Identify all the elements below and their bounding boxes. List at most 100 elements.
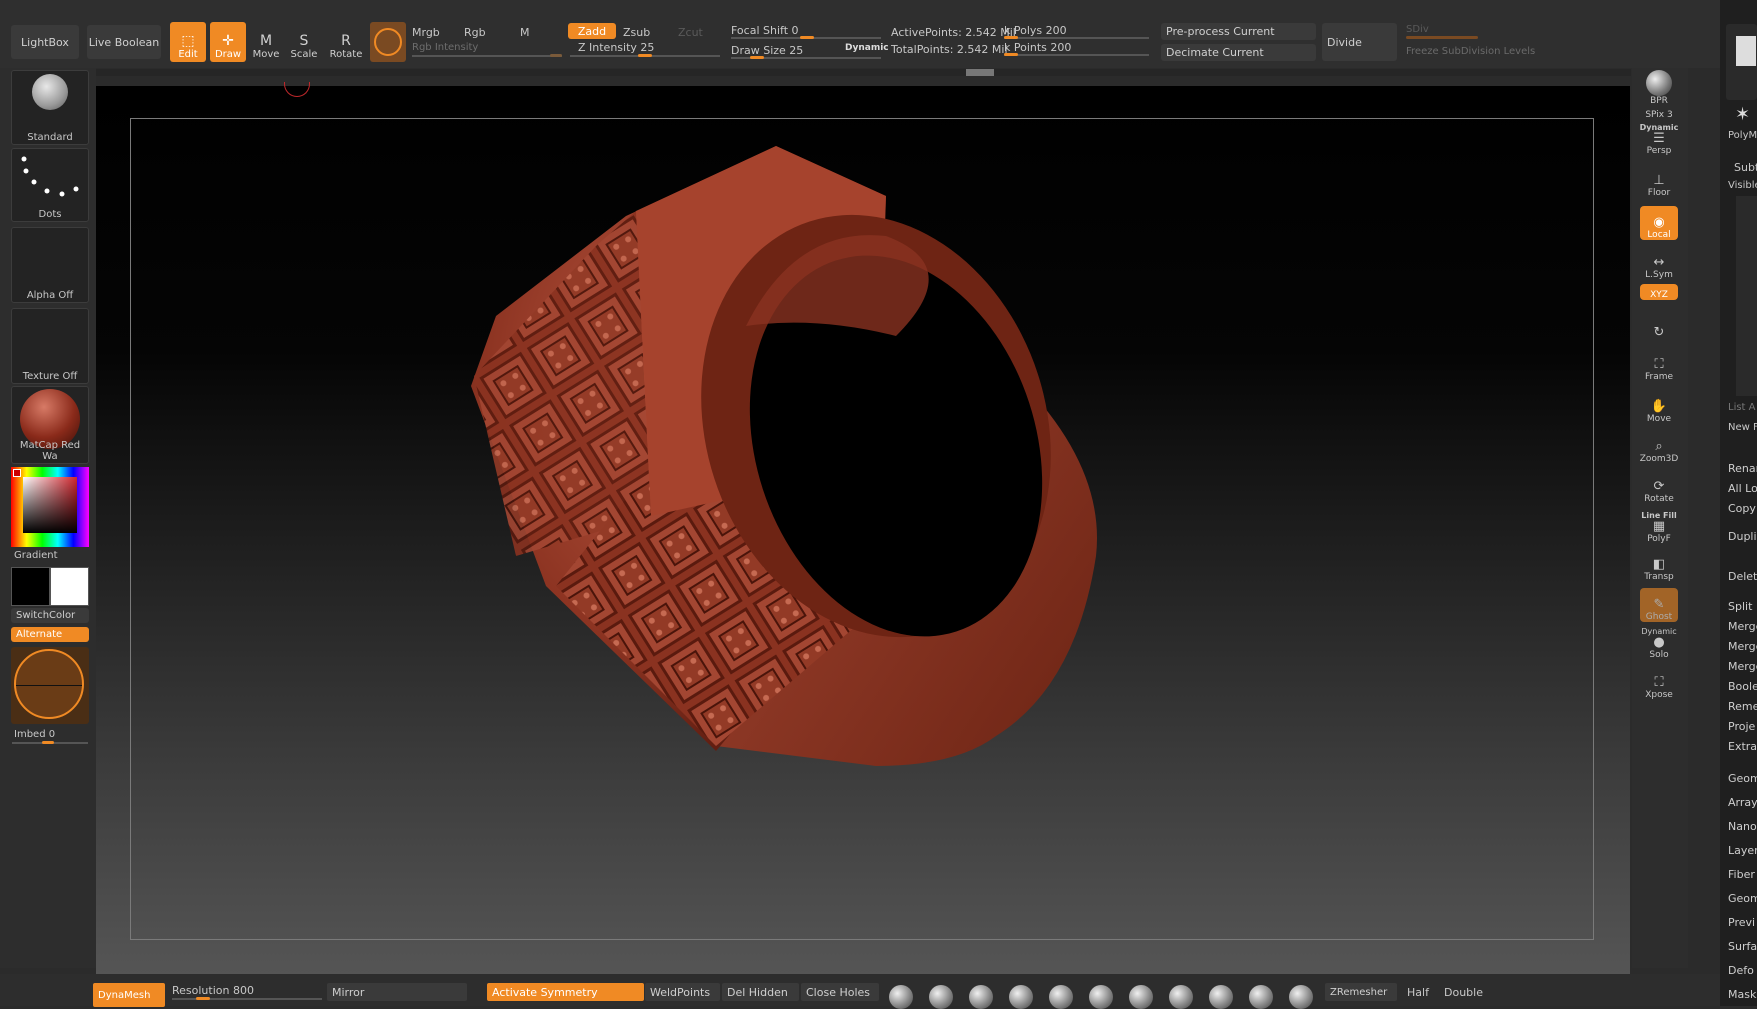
brush-ball-7-icon[interactable] [1129, 985, 1153, 1009]
lightbox-button[interactable]: LightBox [11, 25, 79, 59]
frame-button[interactable]: ⛶ Frame [1640, 346, 1678, 383]
main-color-swatch[interactable] [11, 567, 50, 606]
mirror-button[interactable]: Mirror [327, 983, 467, 1001]
freeze-subdivision-button[interactable]: Freeze SubDivision Levels [1406, 46, 1535, 57]
subtool-action-17[interactable]: Fiber [1728, 868, 1755, 881]
subtool-action-5[interactable]: Split [1728, 600, 1752, 613]
solo-button[interactable]: Dynamic ● Solo [1640, 626, 1678, 660]
subtool-action-19[interactable]: Previ [1728, 916, 1755, 929]
subtool-action-4[interactable]: Delet [1728, 570, 1757, 583]
new-folder-button[interactable]: New F [1728, 422, 1757, 433]
zoom3d-button[interactable]: ⌕ Zoom3D [1640, 428, 1679, 465]
secondary-color-swatch[interactable] [50, 567, 89, 606]
subtool-action-7[interactable]: Merge [1728, 640, 1757, 653]
rotate-tool-button[interactable]: R Rotate [328, 22, 364, 62]
brush-thumbnail[interactable]: Standard [11, 70, 89, 145]
subtool-action-1[interactable]: All Lo [1728, 482, 1757, 495]
alternate-button[interactable]: Alternate [11, 627, 89, 642]
brush-ball-9-icon[interactable] [1209, 985, 1233, 1009]
activate-symmetry-button[interactable]: Activate Symmetry [487, 983, 644, 1001]
subtool-list[interactable] [1736, 196, 1757, 396]
move-view-button[interactable]: ✋ Move [1640, 388, 1678, 425]
stroke-thumbnail[interactable]: Dots [11, 148, 89, 222]
subtool-action-15[interactable]: Nano [1728, 820, 1757, 833]
brush-ball-1-icon[interactable] [889, 985, 913, 1009]
persp-button[interactable]: Dynamic ☰ Persp [1640, 123, 1679, 156]
spix-slider[interactable]: SPix 3 [1640, 106, 1678, 120]
zadd-button[interactable]: Zadd [568, 23, 616, 39]
sdiv-slider[interactable]: SDiv [1406, 24, 1429, 35]
live-boolean-button[interactable]: Live Boolean [87, 25, 161, 59]
zsub-button[interactable]: Zsub [623, 26, 650, 39]
subtool-action-9[interactable]: Boole [1728, 680, 1757, 693]
ghost-button[interactable]: ✎ Ghost [1640, 588, 1678, 622]
decimate-current-button[interactable]: Decimate Current [1161, 44, 1316, 61]
dynamesh-button[interactable]: DynaMesh [93, 983, 165, 1007]
draw-tool-button[interactable]: ✛ Draw [210, 22, 246, 62]
transp-button[interactable]: ◧ Transp [1640, 552, 1678, 583]
move-tool-button[interactable]: M Move [248, 22, 284, 62]
mrgb-toggle[interactable]: Mrgb [412, 26, 440, 39]
brush-ball-4-icon[interactable] [1009, 985, 1033, 1009]
subtool-action-11[interactable]: Proje [1728, 720, 1755, 733]
resolution-slider[interactable]: Resolution 800 [172, 984, 254, 997]
subtool-header[interactable]: Subto [1734, 161, 1757, 174]
subtool-action-14[interactable]: Array [1728, 796, 1757, 809]
divide-button[interactable]: Divide [1322, 23, 1397, 61]
subtool-action-12[interactable]: Extrac [1728, 740, 1757, 753]
alpha-thumbnail[interactable]: Alpha Off [11, 227, 89, 303]
canvas[interactable] [96, 82, 1630, 974]
rotate3d-button[interactable]: ⟳ Rotate [1640, 468, 1678, 505]
brush-ball-8-icon[interactable] [1169, 985, 1193, 1009]
polymesh-thumb[interactable] [1726, 24, 1757, 100]
brush-ball-6-icon[interactable] [1089, 985, 1113, 1009]
subtool-action-6[interactable]: Merge [1728, 620, 1757, 633]
switchcolor-button[interactable]: SwitchColor [11, 608, 89, 623]
m-toggle[interactable]: M [520, 26, 530, 39]
subtool-action-20[interactable]: Surfa [1728, 940, 1757, 953]
subtool-action-22[interactable]: Mask [1728, 988, 1756, 1001]
double-button[interactable]: Double [1444, 986, 1483, 999]
subtool-action-16[interactable]: Layer [1728, 844, 1757, 857]
rgb-toggle[interactable]: Rgb [464, 26, 486, 39]
subtool-action-18[interactable]: Geom [1728, 892, 1757, 905]
bpr-button[interactable]: BPR [1640, 70, 1678, 106]
brush-ball-5-icon[interactable] [1049, 985, 1073, 1009]
xyz-button[interactable]: XYZ [1640, 284, 1678, 300]
brush-ball-2-icon[interactable] [929, 985, 953, 1009]
half-button[interactable]: Half [1407, 986, 1429, 999]
imbed-slider[interactable]: Imbed 0 [14, 729, 55, 740]
color-picker-square[interactable] [23, 477, 77, 533]
timeline-handle[interactable] [966, 69, 994, 76]
list-all-button[interactable]: List A [1728, 402, 1756, 413]
preprocess-current-button[interactable]: Pre-process Current [1161, 23, 1316, 40]
lsym-button[interactable]: ↔ L.Sym [1640, 254, 1678, 281]
weldpoints-button[interactable]: WeldPoints [645, 983, 720, 1001]
subtool-action-13[interactable]: Geom [1728, 772, 1757, 785]
edit-tool-button[interactable]: ⬚ Edit [170, 22, 206, 62]
zremesher-button[interactable]: ZRemesher [1325, 983, 1397, 1001]
subtool-action-10[interactable]: Reme [1728, 700, 1757, 713]
subtool-action-0[interactable]: Renar [1728, 462, 1757, 475]
color-picker[interactable] [11, 467, 89, 547]
close-holes-button[interactable]: Close Holes [801, 983, 879, 1001]
dynamic-toggle[interactable]: Dynamic [845, 43, 889, 53]
ring-model[interactable] [96, 86, 1630, 974]
focal-shift-slider[interactable]: Focal Shift 0 [731, 24, 799, 37]
zcut-button[interactable]: Zcut [678, 26, 703, 39]
floor-button[interactable]: ⊥ Floor [1640, 162, 1678, 199]
rgb-intensity-slider[interactable]: Rgb Intensity [412, 42, 478, 53]
del-hidden-button[interactable]: Del Hidden [722, 983, 799, 1001]
xpose-button[interactable]: ⛶ Xpose [1640, 666, 1678, 701]
brush-ball-11-icon[interactable] [1289, 985, 1313, 1009]
draw-size-slider[interactable]: Draw Size 25 [731, 44, 803, 57]
local-button[interactable]: ◉ Local [1640, 206, 1678, 240]
brush-ball-10-icon[interactable] [1249, 985, 1273, 1009]
z-intensity-slider[interactable]: Z Intensity 25 [578, 41, 654, 54]
subtool-action-3[interactable]: Duplic [1728, 530, 1757, 543]
polyf-button[interactable]: Line Fill ▦ PolyF [1640, 508, 1678, 544]
material-thumbnail[interactable]: MatCap Red Wa [11, 386, 89, 464]
subtool-action-2[interactable]: Copy [1728, 502, 1756, 515]
scale-tool-button[interactable]: S Scale [286, 22, 322, 62]
texture-thumbnail[interactable]: Texture Off [11, 308, 89, 384]
